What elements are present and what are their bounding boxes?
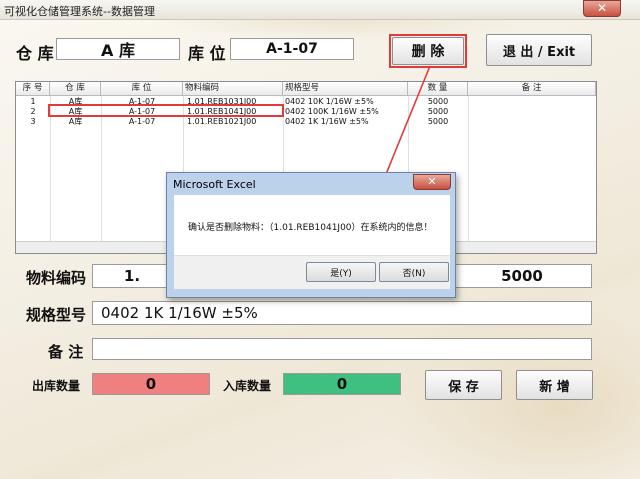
confirm-dialog: Microsoft Excel ✕ 确认是否删除物料：（1.01.REB1041… <box>166 172 456 298</box>
dialog-message: 确认是否删除物料：（1.01.REB1041J00）在系统内的信息！ <box>188 223 433 233</box>
spec-label: 规格型号 <box>26 306 87 324</box>
out-qty-field[interactable]: 0 <box>92 373 210 395</box>
save-button[interactable]: 保 存 <box>425 370 502 400</box>
remark-field[interactable] <box>92 338 592 360</box>
dialog-footer: 是(Y) 否(N) <box>174 255 450 289</box>
out-qty-label: 出库数量 <box>32 379 81 393</box>
dialog-close-button[interactable]: ✕ <box>413 174 451 190</box>
material-code-label: 物料编码 <box>26 269 87 287</box>
quantity-field[interactable]: 5000 <box>452 264 592 288</box>
dialog-body: 确认是否删除物料：（1.01.REB1041J00）在系统内的信息！ <box>174 195 450 255</box>
yes-button[interactable]: 是(Y) <box>306 262 376 282</box>
in-qty-field[interactable]: 0 <box>283 373 401 395</box>
in-qty-label: 入库数量 <box>223 379 272 393</box>
no-button[interactable]: 否(N) <box>379 262 449 282</box>
remark-label: 备 注 <box>48 343 84 361</box>
spec-field[interactable]: 0402 1K 1/16W ±5% <box>92 301 592 325</box>
dialog-title: Microsoft Excel <box>173 178 256 191</box>
add-button[interactable]: 新 增 <box>516 370 593 400</box>
material-code-field[interactable]: 1. <box>92 264 172 288</box>
